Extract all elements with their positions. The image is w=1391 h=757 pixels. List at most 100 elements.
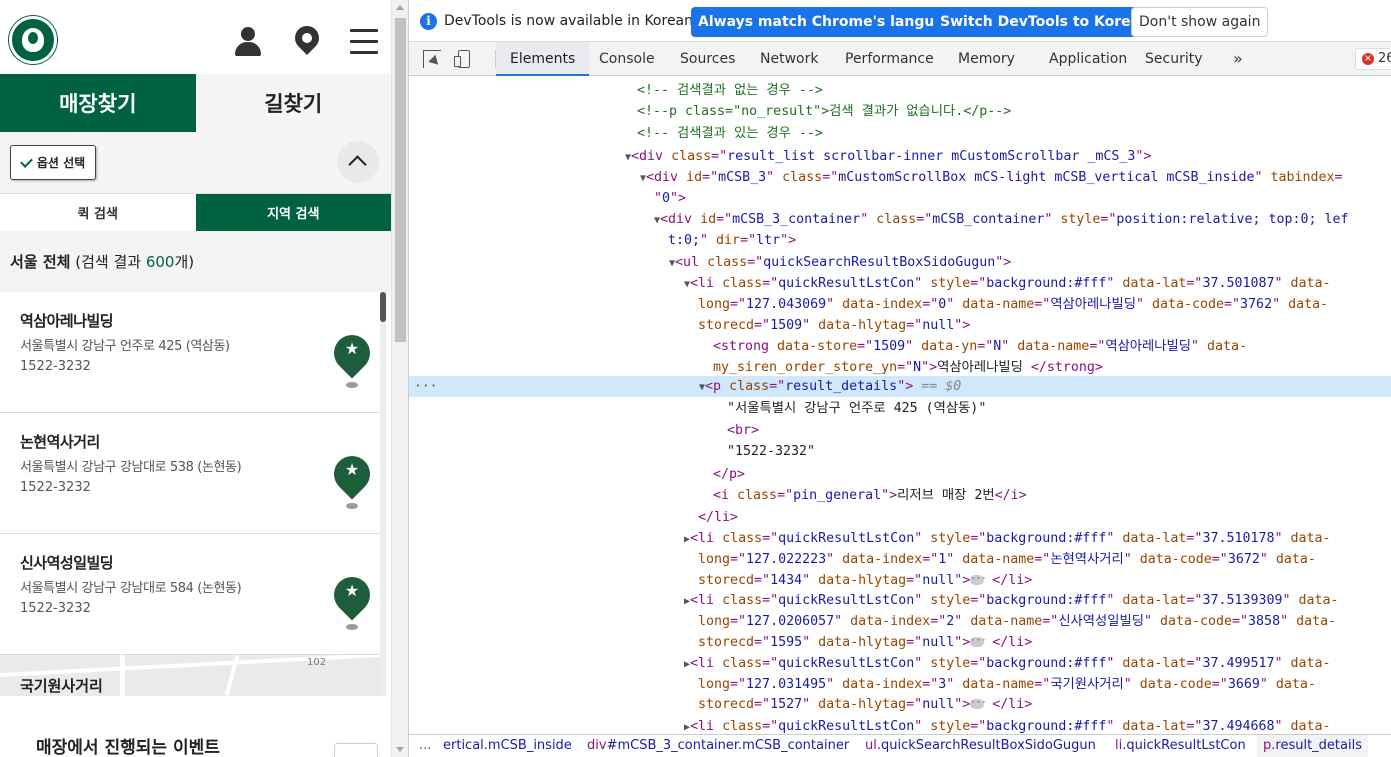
site-header [0, 0, 391, 74]
dont-show-again-button[interactable]: Don't show again [1131, 7, 1269, 37]
scrollbar-thumb[interactable] [395, 18, 406, 342]
store-name: 신사역성일빌딩 [20, 554, 114, 572]
option-select-button[interactable]: 옵션 선택 [10, 145, 96, 180]
language-infobar: i DevTools is now available in Korean! A… [409, 0, 1391, 42]
store-item[interactable]: 역삼아레나빌딩 서울특별시 강남구 언주로 425 (역삼동) 1522-323… [0, 292, 380, 413]
user-icon[interactable] [232, 24, 264, 60]
store-phone: 1522-3232 [20, 480, 91, 495]
tab-sources[interactable]: Sources [680, 42, 735, 76]
breadcrumb-item[interactable]: ertical.mCSB_inside [443, 735, 572, 757]
breadcrumb-item[interactable]: ul.quickSearchResultBoxSidoGugun [865, 735, 1096, 757]
tab-performance[interactable]: Performance [845, 42, 934, 76]
search-mode-tabs: 퀵 검색 지역 검색 [0, 193, 391, 231]
breadcrumb-overflow-icon[interactable]: ... [419, 735, 431, 757]
store-name[interactable]: 국기원사거리 [20, 675, 103, 696]
check-icon [19, 154, 33, 168]
collapse-chevron-up-icon[interactable] [337, 141, 379, 183]
collapsed-ellipsis-icon[interactable]: ··· [970, 699, 987, 709]
switch-korean-button[interactable]: Switch DevTools to Korean [933, 7, 1158, 37]
result-count: 600 [145, 253, 175, 271]
scroll-down-icon[interactable] [396, 747, 404, 752]
tab-directions[interactable]: 길찾기 [195, 74, 391, 132]
dom-text-node[interactable]: "서울특별시 강남구 언주로 425 (역삼동)" [727, 398, 1391, 419]
store-list-scrollbar[interactable] [380, 292, 386, 696]
dom-node[interactable]: ▼<div id="mCSB_3" class="mCustomScrollBo… [640, 167, 1391, 188]
dom-node[interactable]: ▶<li class="quickResultLstCon" style="ba… [684, 716, 1391, 734]
reserve-star-pin-icon[interactable]: ★ [326, 569, 378, 632]
more-tabs-icon[interactable]: » [1233, 42, 1243, 76]
starbucks-logo-icon[interactable] [9, 16, 57, 64]
dom-node[interactable]: <!-- 검색결과 없는 경우 --> [637, 80, 1391, 101]
store-address: 서울특별시 강남구 강남대로 538 (논현동) [20, 460, 242, 475]
inspect-element-icon[interactable] [423, 50, 441, 68]
breadcrumb-item[interactable]: li.quickResultLstCon [1115, 735, 1246, 757]
tab-security[interactable]: Security [1145, 42, 1203, 76]
event-toggle-button[interactable] [334, 743, 378, 757]
dom-node-wrap: storecd="1527" data-hlytag="null">··· </… [698, 697, 1033, 712]
tab-network[interactable]: Network [760, 42, 818, 76]
dom-node-wrap: "0"> [654, 191, 687, 206]
tab-region-search[interactable]: 지역 검색 [195, 194, 391, 231]
reserve-star-pin-icon[interactable]: ★ [326, 327, 378, 390]
map-background[interactable]: 102 국기원사거리 [0, 655, 380, 696]
page-scrollbar[interactable] [391, 0, 408, 757]
location-pin-icon[interactable] [290, 21, 324, 60]
breadcrumb-item[interactable]: div#mCSB_3_container.mCSB_container [587, 735, 849, 757]
dom-node[interactable]: ▶<li class="quickResultLstCon" style="ba… [684, 528, 1391, 549]
tab-console[interactable]: Console [599, 42, 655, 76]
dom-node[interactable]: <i class="pin_general">리저브 매장 2번</i> [713, 485, 1391, 506]
error-count-badge[interactable]: 26 [1355, 48, 1391, 70]
dom-node[interactable]: ▼<ul class="quickSearchResultBoxSidoGugu… [669, 252, 1391, 273]
info-icon: i [420, 13, 437, 30]
dom-node[interactable]: ▼<li class="quickResultLstCon" style="ba… [684, 273, 1391, 294]
infobar-message: DevTools is now available in Korean! [444, 13, 699, 29]
store-item[interactable]: 신사역성일빌딩 서울특별시 강남구 강남대로 584 (논현동) 1522-32… [0, 534, 380, 655]
dom-node-wrap: long="127.022223" data-index="1" data-na… [698, 552, 1316, 567]
dom-node-wrap: long="127.0206057" data-index="2" data-n… [698, 614, 1337, 629]
dom-text-node[interactable]: "1522-3232" [727, 441, 1391, 462]
devtools-panel: i DevTools is now available in Korean! A… [408, 0, 1391, 757]
store-address: 서울특별시 강남구 강남대로 584 (논현동) [20, 581, 242, 596]
breadcrumb-item-current[interactable]: p.result_details [1257, 735, 1368, 757]
map-label: 102 [307, 657, 327, 668]
reserve-star-pin-icon[interactable]: ★ [326, 448, 378, 511]
option-row: 옵션 선택 [0, 132, 391, 193]
dom-node[interactable]: <br> [727, 420, 1391, 441]
tab-elements[interactable]: Elements [496, 42, 590, 76]
dom-node[interactable]: <!-- 검색결과 있는 경우 --> [637, 123, 1391, 144]
store-phone: 1522-3232 [20, 359, 91, 374]
dom-node[interactable]: ▼<div class="result_list scrollbar-inner… [625, 146, 1391, 167]
store-name: 논현역사거리 [20, 433, 100, 451]
region-summary: 서울 전체 (검색 결과 600개) [0, 231, 391, 292]
tab-quick-search[interactable]: 퀵 검색 [0, 194, 196, 231]
elements-tree: <!-- 검색결과 없는 경우 --> <!--p class="no_resu… [409, 76, 1391, 734]
store-phone: 1522-3232 [20, 601, 91, 616]
dom-breadcrumbs: ... ertical.mCSB_inside div#mCSB_3_conta… [409, 734, 1391, 757]
dom-node[interactable]: <!--p class="no_result">검색 결과가 없습니다.</p-… [637, 101, 1391, 122]
tab-store-search[interactable]: 매장찾기 [0, 74, 196, 132]
dom-node-wrap: storecd="1509" data-hlytag="null"> [698, 318, 971, 333]
scroll-up-icon[interactable] [396, 5, 404, 10]
region-name: 서울 전체 [10, 253, 71, 271]
match-language-button[interactable]: Always match Chrome's language [691, 7, 971, 37]
dom-node-wrap: long="127.043069" data-index="0" data-na… [698, 297, 1329, 312]
tab-application[interactable]: Application [1049, 42, 1127, 76]
dom-node[interactable]: <strong data-store="1509" data-yn="N" da… [713, 336, 1391, 357]
collapsed-ellipsis-icon[interactable]: ··· [970, 637, 987, 647]
store-list: 역삼아레나빌딩 서울특별시 강남구 언주로 425 (역삼동) 1522-323… [0, 292, 380, 696]
main-tabs: 매장찾기 길찾기 [0, 74, 391, 132]
more-options-icon[interactable]: ··· [414, 376, 437, 397]
collapsed-ellipsis-icon[interactable]: ··· [970, 575, 987, 585]
dom-node[interactable]: ▶<li class="quickResultLstCon" style="ba… [684, 653, 1391, 674]
tab-memory[interactable]: Memory [958, 42, 1015, 76]
event-section: 매장에서 진행되는 이벤트 [0, 696, 391, 757]
dom-node-selected[interactable]: ··· ▼<p class="result_details"> == $0 [409, 376, 1391, 397]
dom-node-close[interactable]: </li> [698, 507, 1391, 528]
store-item[interactable]: 논현역사거리 서울특별시 강남구 강남대로 538 (논현동) 1522-323… [0, 413, 380, 534]
dom-node[interactable]: ▶<li class="quickResultLstCon" style="ba… [684, 590, 1391, 611]
hamburger-menu-icon[interactable] [348, 24, 380, 60]
devtools-toolbar: Elements Console Sources Network Perform… [409, 42, 1391, 76]
dom-node[interactable]: ▼<div id="mCSB_3_container" class="mCSB_… [654, 209, 1391, 230]
dom-node-close[interactable]: </p> [713, 464, 1391, 485]
device-toolbar-icon[interactable] [454, 50, 472, 68]
